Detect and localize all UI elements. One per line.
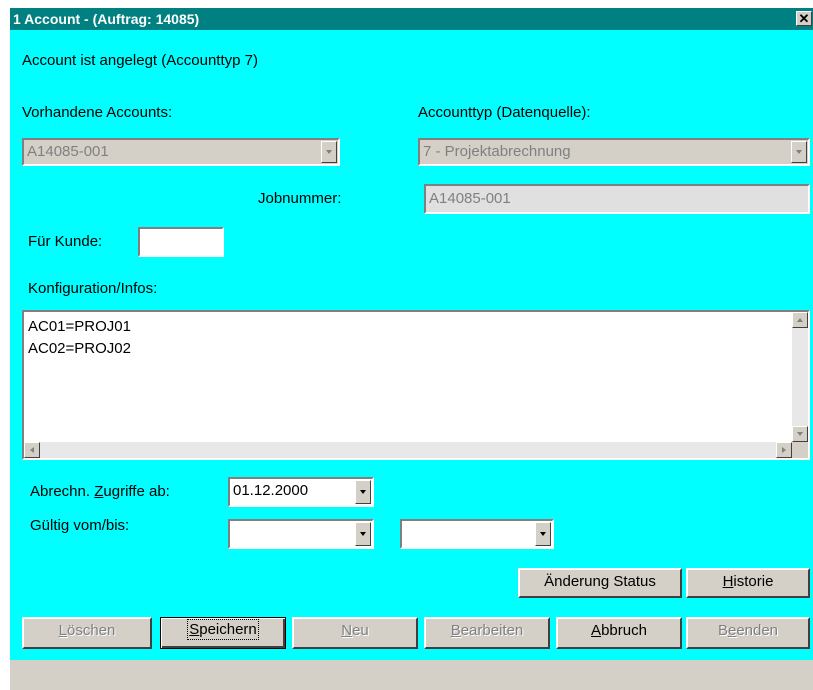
customer-label: Für Kunde: <box>28 233 103 250</box>
chevron-down-icon[interactable] <box>355 522 371 546</box>
delete-rest: öschen <box>66 622 116 639</box>
existing-accounts-dropdown[interactable]: A14085-001 <box>22 138 340 166</box>
new-accel: N <box>341 622 353 639</box>
save-focus-ring: Speichern <box>187 619 259 640</box>
scroll-left-icon[interactable] <box>24 442 40 458</box>
save-accel: S <box>189 621 200 638</box>
account-type-value: 7 - Projektabrechnung <box>423 143 571 160</box>
config-label: Konfiguration/Infos: <box>28 280 158 297</box>
cancel-accel: A <box>591 622 602 639</box>
edit-accel: B <box>450 622 461 639</box>
new-button[interactable]: Neu <box>292 617 418 649</box>
change-status-button[interactable]: Änderung Status <box>518 568 682 598</box>
billing-access-date-picker[interactable]: 01.12.2000 <box>228 477 374 507</box>
edit-button[interactable]: Bearbeiten <box>424 617 550 649</box>
window-title: 1 Account - (Auftrag: 14085) <box>13 11 200 27</box>
config-text: AC01=PROJ01 AC02=PROJ02 <box>28 316 131 360</box>
billing-access-label-suffix: ugriffe ab: <box>103 483 170 500</box>
new-rest: eu <box>352 622 369 639</box>
job-number-label: Jobnummer: <box>258 190 342 207</box>
vertical-scrollbar[interactable] <box>792 312 808 442</box>
exit-pre: B <box>717 622 728 639</box>
exit-rest: enden <box>736 622 779 639</box>
valid-to-date-picker[interactable] <box>400 519 554 549</box>
exit-button[interactable]: Beenden <box>686 617 810 649</box>
edit-rest: earbeiten <box>460 622 524 639</box>
valid-from-date-picker[interactable] <box>228 519 374 549</box>
history-button[interactable]: Historie <box>686 568 810 598</box>
config-textarea[interactable]: AC01=PROJ01 AC02=PROJ02 <box>22 310 810 460</box>
cancel-button[interactable]: Abbruch <box>556 617 682 649</box>
billing-access-value: 01.12.2000 <box>233 482 309 499</box>
chevron-down-icon[interactable] <box>321 141 337 163</box>
scroll-up-icon[interactable] <box>792 312 808 328</box>
chevron-down-icon[interactable] <box>535 522 551 546</box>
history-rest: istorie <box>733 573 774 590</box>
job-number-value: A14085-001 <box>429 190 511 207</box>
close-icon[interactable]: ✕ <box>796 11 812 26</box>
save-button[interactable]: Speichern <box>160 617 286 649</box>
billing-access-label-prefix: Abrechn. <box>30 483 95 500</box>
billing-access-label: Abrechn. Zugriffe ab: <box>30 483 170 500</box>
scroll-down-icon[interactable] <box>792 426 808 442</box>
scroll-right-icon[interactable] <box>776 442 792 458</box>
delete-button[interactable]: Löschen <box>22 617 152 649</box>
delete-accel: L <box>58 622 67 639</box>
job-number-field: A14085-001 <box>424 184 810 214</box>
validity-label: Gültig vom/bis: <box>30 517 130 534</box>
billing-access-label-accel: Z <box>94 483 104 500</box>
history-accel: H <box>722 573 734 590</box>
cancel-rest: bbruch <box>601 622 647 639</box>
chevron-down-icon[interactable] <box>791 141 807 163</box>
status-bar <box>10 660 813 690</box>
account-type-dropdown[interactable]: 7 - Projektabrechnung <box>418 138 810 166</box>
existing-accounts-value: A14085-001 <box>27 143 109 160</box>
save-rest: peichern <box>199 621 257 638</box>
chevron-down-icon[interactable] <box>355 480 371 504</box>
config-line: AC01=PROJ01 <box>28 318 131 335</box>
existing-accounts-label: Vorhandene Accounts: <box>22 104 173 121</box>
size-grip <box>792 442 808 458</box>
title-bar: 1 Account - (Auftrag: 14085) ✕ <box>10 8 813 30</box>
customer-input[interactable] <box>138 227 224 257</box>
status-message: Account ist angelegt (Accounttyp 7) <box>22 52 258 69</box>
config-line: AC02=PROJ02 <box>28 340 131 357</box>
account-type-label: Accounttyp (Datenquelle): <box>418 104 591 121</box>
horizontal-scrollbar[interactable] <box>24 442 792 458</box>
